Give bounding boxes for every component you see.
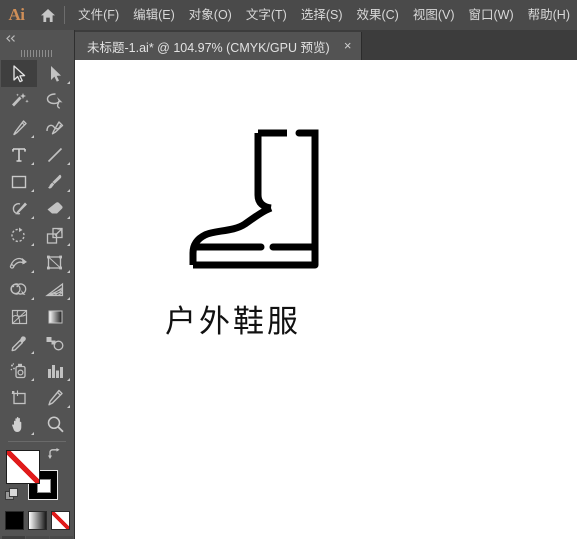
tool-flyout-indicator: [67, 162, 70, 165]
illustrator-window: Ai 文件(F) 编辑(E) 对象(O) 文字(T) 选择(S) 效果(C) 视…: [0, 0, 577, 539]
boot-illustration[interactable]: [163, 125, 323, 280]
color-mode-none[interactable]: [50, 511, 70, 530]
tool-flyout-indicator: [31, 135, 34, 138]
tool-flyout-indicator: [67, 189, 70, 192]
default-fill-box: [9, 488, 18, 497]
curvature-tool[interactable]: [37, 114, 73, 141]
tool-flyout-indicator: [31, 432, 34, 435]
none-slash-icon: [51, 512, 69, 529]
grip-lines-icon: [21, 49, 53, 57]
tool-flyout-indicator: [31, 243, 34, 246]
fill-swatch-none[interactable]: [6, 450, 40, 484]
column-graph-tool[interactable]: [37, 357, 73, 384]
document-tab[interactable]: 未标题-1.ai* @ 104.97% (CMYK/GPU 预览) ×: [75, 32, 362, 60]
pen-tool[interactable]: [1, 114, 37, 141]
tool-flyout-indicator: [67, 216, 70, 219]
free-transform-tool[interactable]: [37, 249, 73, 276]
tool-flyout-indicator: [67, 405, 70, 408]
rectangle-tool[interactable]: [1, 168, 37, 195]
swap-arrow-icon[interactable]: [47, 448, 61, 464]
artboard-tool[interactable]: [1, 384, 37, 411]
tool-flyout-indicator: [67, 378, 70, 381]
menu-file[interactable]: 文件(F): [71, 4, 126, 26]
perspective-grid-tool[interactable]: [37, 276, 73, 303]
tool-flyout-indicator: [31, 378, 34, 381]
tool-flyout-indicator: [31, 189, 34, 192]
shaper-tool[interactable]: [1, 195, 37, 222]
menu-type[interactable]: 文字(T): [239, 4, 294, 26]
menu-window[interactable]: 窗口(W): [462, 4, 521, 26]
menu-edit[interactable]: 编辑(E): [126, 4, 182, 26]
menu-view[interactable]: 视图(V): [406, 4, 462, 26]
tool-flyout-indicator: [31, 351, 34, 354]
menu-help[interactable]: 帮助(H): [521, 4, 577, 26]
close-icon[interactable]: ×: [342, 39, 354, 52]
magic-wand-tool[interactable]: [1, 87, 37, 114]
tool-flyout-indicator: [31, 297, 34, 300]
menu-select[interactable]: 选择(S): [294, 4, 350, 26]
rotate-tool[interactable]: [1, 222, 37, 249]
scale-tool[interactable]: [37, 222, 73, 249]
fill-stroke-controls: [0, 446, 75, 508]
tool-flyout-indicator: [67, 297, 70, 300]
blend-tool[interactable]: [37, 330, 73, 357]
width-tool[interactable]: [1, 249, 37, 276]
toolbar-separator: [8, 441, 66, 442]
app-logo-icon: Ai: [8, 5, 26, 24]
line-segment-tool[interactable]: [37, 141, 73, 168]
menu-effect[interactable]: 效果(C): [349, 4, 405, 26]
hand-tool[interactable]: [1, 411, 37, 438]
artwork-text-label[interactable]: 户外鞋服: [165, 296, 301, 341]
color-mode-color[interactable]: [4, 511, 24, 530]
document-tab-bar: 未标题-1.ai* @ 104.97% (CMYK/GPU 预览) ×: [75, 30, 577, 60]
eraser-tool[interactable]: [37, 195, 73, 222]
tool-grid: [0, 60, 74, 438]
document-canvas[interactable]: 户外鞋服: [75, 60, 577, 539]
none-slash-icon: [7, 451, 39, 483]
collapse-panel-button[interactable]: [0, 30, 74, 46]
tool-flyout-indicator: [31, 216, 34, 219]
mesh-tool[interactable]: [1, 303, 37, 330]
tool-flyout-indicator: [31, 162, 34, 165]
selection-tool[interactable]: [1, 60, 37, 87]
eyedropper-tool[interactable]: [1, 330, 37, 357]
tool-flyout-indicator: [67, 243, 70, 246]
lasso-tool[interactable]: [37, 87, 73, 114]
zoom-tool[interactable]: [37, 411, 73, 438]
symbol-sprayer-tool[interactable]: [1, 357, 37, 384]
tools-panel: [0, 30, 75, 539]
slice-tool[interactable]: [37, 384, 73, 411]
shape-builder-tool[interactable]: [1, 276, 37, 303]
tool-flyout-indicator: [67, 81, 70, 84]
color-mode-row: [0, 508, 74, 530]
color-mode-gradient[interactable]: [27, 511, 47, 530]
paintbrush-tool[interactable]: [37, 168, 73, 195]
direct-selection-tool[interactable]: [37, 60, 73, 87]
default-fill-stroke-icon[interactable]: [5, 488, 18, 501]
gradient-tool[interactable]: [37, 303, 73, 330]
tool-flyout-indicator: [67, 270, 70, 273]
document-tab-label: 未标题-1.ai* @ 104.97% (CMYK/GPU 预览): [87, 40, 330, 55]
menu-bar: Ai 文件(F) 编辑(E) 对象(O) 文字(T) 选择(S) 效果(C) 视…: [0, 0, 577, 30]
tool-flyout-indicator: [31, 270, 34, 273]
menu-object[interactable]: 对象(O): [182, 4, 239, 26]
type-tool[interactable]: [1, 141, 37, 168]
home-icon[interactable]: [33, 0, 62, 30]
menu-divider: [64, 6, 66, 24]
panel-drag-handle[interactable]: [0, 46, 74, 60]
